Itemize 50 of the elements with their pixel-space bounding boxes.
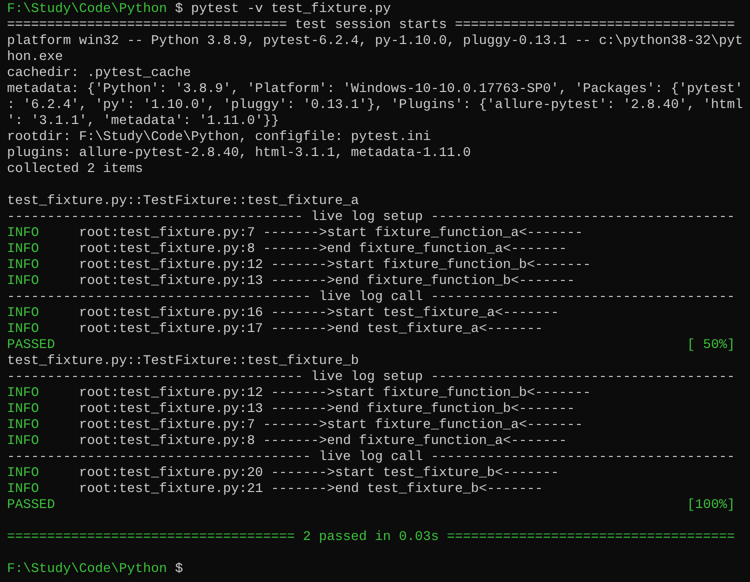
log-level: INFO <box>7 306 40 322</box>
output-line: ': '3.1.1', 'metadata': '1.11.0'}} <box>7 114 279 130</box>
section-separator: =================================== test session starts =================================== <box>7 18 735 34</box>
test-status: PASSED <box>7 498 55 514</box>
section-separator: -------------------------------------- live log call -------------------------------------- <box>7 450 735 466</box>
output-line: : '6.2.4', 'py': '1.10.0', 'pluggy': '0.13.1'}, 'Plugins': {'allure-pytest': '2.8.40', 'html <box>7 98 743 114</box>
log-level: INFO <box>7 418 40 434</box>
test-status: PASSED <box>7 338 55 354</box>
log-level: INFO <box>7 466 40 482</box>
output-line: plugins: allure-pytest-2.8.40, html-3.1.1, metadata-1.11.0 <box>7 146 471 162</box>
prompt-symbol: $ <box>174 562 183 578</box>
output-line: cachedir: .pytest_cache <box>7 66 191 82</box>
output-line: collected 2 items <box>7 162 143 178</box>
log-level: INFO <box>7 274 40 290</box>
log-message: root:test_fixture.py:16 ------->start test_fixture_a<------- <box>79 306 559 322</box>
output-line: platform win32 -- Python 3.8.9, pytest-6.2.4, py-1.10.0, pluggy-0.13.1 -- c:\python38-32\pyt <box>7 34 743 50</box>
log-message: root:test_fixture.py:12 ------->start fixture_function_b<------- <box>79 258 591 274</box>
section-separator: -------------------------------------- live log call -------------------------------------- <box>7 290 735 306</box>
progress-percent: [100%] <box>687 498 735 514</box>
log-message: root:test_fixture.py:8 ------->end fixture_function_a<------- <box>79 242 567 258</box>
command-text: pytest -v test_fixture.py <box>190 2 391 18</box>
summary-line: ==================================== 2 passed in 0.03s ==================================== <box>7 530 735 546</box>
output-line: test_fixture.py::TestFixture::test_fixture_a <box>7 194 359 210</box>
log-level: INFO <box>7 434 40 450</box>
log-level: INFO <box>7 258 40 274</box>
prompt-path: F:\Study\Code\Python <box>7 2 167 18</box>
log-message: root:test_fixture.py:8 ------->end fixture_function_a<------- <box>79 434 567 450</box>
log-message: root:test_fixture.py:12 ------->start fixture_function_b<------- <box>79 386 591 402</box>
log-message: root:test_fixture.py:7 ------->start fixture_function_a<------- <box>79 226 583 242</box>
section-separator: ------------------------------------- live log setup -------------------------------------- <box>7 210 735 226</box>
output-line: metadata: {'Python': '3.8.9', 'Platform': 'Windows-10-10.0.17763-SP0', 'Packages': {'pytest' <box>7 82 743 98</box>
log-level: INFO <box>7 482 40 498</box>
output-line: hon.exe <box>7 50 63 66</box>
prompt-symbol: $ <box>174 2 183 18</box>
progress-percent: [ 50%] <box>687 338 735 354</box>
section-separator: ------------------------------------- live log setup -------------------------------------- <box>7 370 735 386</box>
log-message: root:test_fixture.py:20 ------->start test_fixture_b<------- <box>79 466 559 482</box>
log-level: INFO <box>7 242 40 258</box>
log-level: INFO <box>7 322 40 338</box>
log-message: root:test_fixture.py:17 ------->end test_fixture_a<------- <box>79 322 543 338</box>
log-level: INFO <box>7 402 40 418</box>
output-line: test_fixture.py::TestFixture::test_fixture_b <box>7 354 359 370</box>
log-message: root:test_fixture.py:21 ------->end test_fixture_b<------- <box>79 482 543 498</box>
log-message: root:test_fixture.py:13 ------->end fixture_function_b<------- <box>79 402 575 418</box>
output-line: rootdir: F:\Study\Code\Python, configfile: pytest.ini <box>7 130 431 146</box>
prompt-path: F:\Study\Code\Python <box>7 562 167 578</box>
log-message: root:test_fixture.py:7 ------->start fixture_function_a<------- <box>79 418 583 434</box>
log-message: root:test_fixture.py:13 ------->end fixture_function_b<------- <box>79 274 575 290</box>
log-level: INFO <box>7 226 40 242</box>
log-level: INFO <box>7 386 40 402</box>
